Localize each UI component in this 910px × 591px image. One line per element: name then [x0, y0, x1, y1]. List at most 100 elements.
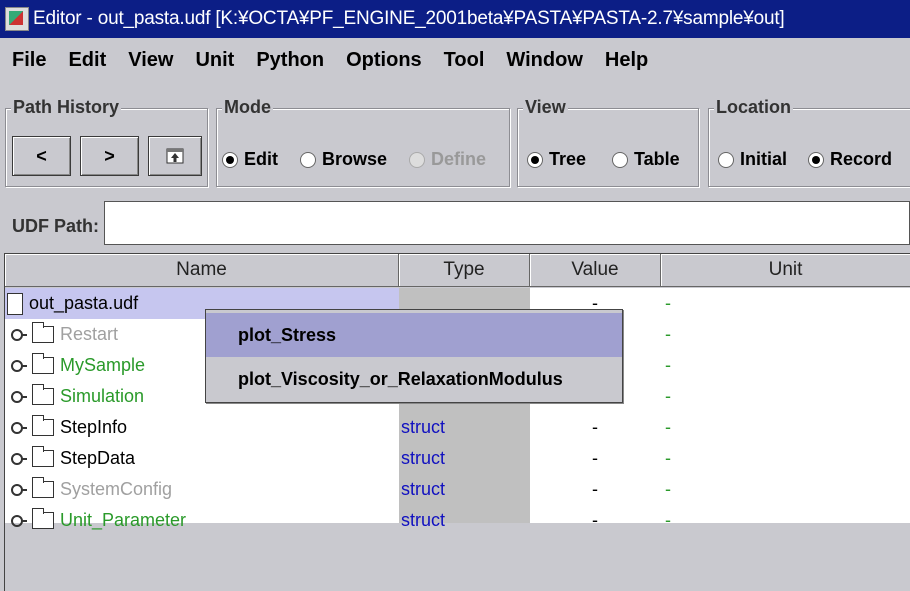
mode-define-radio: Define [409, 149, 486, 170]
row-value: - [592, 479, 598, 499]
location-initial-radio[interactable]: Initial [718, 149, 787, 170]
row-value: - [592, 448, 598, 468]
menu-unit[interactable]: Unit [184, 49, 245, 72]
menu-help[interactable]: Help [594, 49, 659, 72]
mode-legend: Mode [222, 97, 273, 118]
editor-window: Editor - out_pasta.udf [K:¥OCTA¥PF_ENGIN… [0, 0, 910, 591]
row-unit: - [665, 417, 671, 437]
row-name: Simulation [60, 386, 145, 406]
radio-checked-icon [527, 151, 543, 168]
mode-edit-label: Edit [244, 149, 278, 169]
menu-window[interactable]: Window [495, 49, 593, 72]
mode-browse-radio[interactable]: Browse [300, 149, 387, 170]
folder-icon [32, 446, 54, 467]
row-unit: - [665, 324, 671, 344]
menu-tool[interactable]: Tool [433, 49, 496, 72]
mode-define-label: Define [431, 149, 487, 169]
menu-edit[interactable]: Edit [57, 49, 117, 72]
row-unit: - [665, 479, 671, 499]
location-legend: Location [714, 97, 793, 118]
row-name: Unit_Parameter [60, 510, 187, 530]
row-type: struct [401, 448, 446, 468]
app-icon [5, 7, 29, 31]
mode-edit-radio[interactable]: Edit [222, 149, 278, 170]
context-menu: plot_Stress plot_Viscosity_or_Relaxation… [205, 309, 623, 403]
row-name-cell: Simulation [11, 381, 144, 412]
expand-handle-icon[interactable] [11, 328, 27, 341]
udf-path-input[interactable] [104, 201, 910, 245]
folder-icon [32, 415, 54, 436]
row-name: Restart [60, 324, 119, 344]
path-history-legend: Path History [11, 97, 122, 118]
radio-checked-icon [222, 151, 238, 168]
expand-handle-icon[interactable] [11, 390, 27, 403]
menu-options[interactable]: Options [335, 49, 433, 72]
menu-bar: File Edit View Unit Python Options Tool … [0, 40, 910, 80]
table-empty-area [5, 536, 910, 591]
row-name: SystemConfig [60, 479, 173, 499]
radio-unchecked-icon [300, 151, 316, 168]
window-title: Editor - out_pasta.udf [K:¥OCTA¥PF_ENGIN… [33, 8, 785, 29]
forward-button[interactable]: > [80, 136, 139, 176]
folder-icon [32, 508, 54, 529]
row-name: MySample [60, 355, 146, 375]
expand-handle-icon[interactable] [11, 483, 27, 496]
row-name-cell: out_pasta.udf [7, 288, 138, 319]
col-header-type[interactable]: Type [399, 254, 530, 287]
table-row[interactable]: StepInfo struct - - [5, 412, 910, 443]
expand-handle-icon[interactable] [11, 514, 27, 527]
view-legend: View [523, 97, 568, 118]
row-name-cell: SystemConfig [11, 474, 172, 505]
view-group: View [517, 97, 699, 187]
menu-item-plot-stress[interactable]: plot_Stress [206, 313, 622, 357]
row-unit: - [665, 448, 671, 468]
row-name-cell: StepData [11, 443, 135, 474]
title-bar: Editor - out_pasta.udf [K:¥OCTA¥PF_ENGIN… [0, 0, 910, 38]
folder-icon [32, 353, 54, 374]
menu-view[interactable]: View [117, 49, 184, 72]
udf-tree-table: Name Type Value Unit out_pasta.udf - - R… [4, 253, 910, 591]
col-header-unit[interactable]: Unit [661, 254, 910, 287]
col-header-value[interactable]: Value [530, 254, 661, 287]
row-value: - [592, 510, 598, 530]
row-name: out_pasta.udf [29, 293, 139, 313]
view-table-label: Table [634, 149, 680, 169]
radio-unchecked-icon [612, 151, 628, 168]
folder-icon [32, 477, 54, 498]
row-type: struct [401, 417, 446, 437]
expand-handle-icon[interactable] [11, 421, 27, 434]
row-unit: - [665, 386, 671, 406]
row-name-cell: StepInfo [11, 412, 127, 443]
row-type: struct [401, 510, 446, 530]
mode-group: Mode [216, 97, 510, 187]
file-icon [7, 292, 23, 315]
view-tree-radio[interactable]: Tree [527, 149, 586, 170]
table-row[interactable]: Unit_Parameter struct - - [5, 505, 910, 536]
folder-icon [32, 384, 54, 405]
radio-unchecked-icon [718, 151, 734, 168]
expand-handle-icon[interactable] [11, 359, 27, 372]
table-row[interactable]: StepData struct - - [5, 443, 910, 474]
udf-path-label: UDF Path: [12, 216, 99, 236]
row-name: StepInfo [60, 417, 128, 437]
jump-up-icon [166, 148, 184, 164]
back-button[interactable]: < [12, 136, 71, 176]
row-name-cell: Restart [11, 319, 118, 350]
location-record-radio[interactable]: Record [808, 149, 892, 170]
view-table-radio[interactable]: Table [612, 149, 680, 170]
expand-handle-icon[interactable] [11, 452, 27, 465]
col-header-name[interactable]: Name [5, 254, 399, 287]
row-name: StepData [60, 448, 136, 468]
mode-browse-label: Browse [322, 149, 388, 169]
menu-python[interactable]: Python [245, 49, 335, 72]
jump-up-button[interactable] [148, 136, 202, 176]
menu-item-plot-viscosity[interactable]: plot_Viscosity_or_RelaxationModulus [206, 357, 622, 401]
menu-file[interactable]: File [0, 49, 57, 72]
radio-checked-icon [808, 151, 824, 168]
view-tree-label: Tree [549, 149, 587, 169]
row-unit: - [665, 510, 671, 530]
radio-disabled-icon [409, 151, 425, 168]
row-unit: - [665, 355, 671, 375]
row-type: struct [401, 479, 446, 499]
table-row[interactable]: SystemConfig struct - - [5, 474, 910, 505]
